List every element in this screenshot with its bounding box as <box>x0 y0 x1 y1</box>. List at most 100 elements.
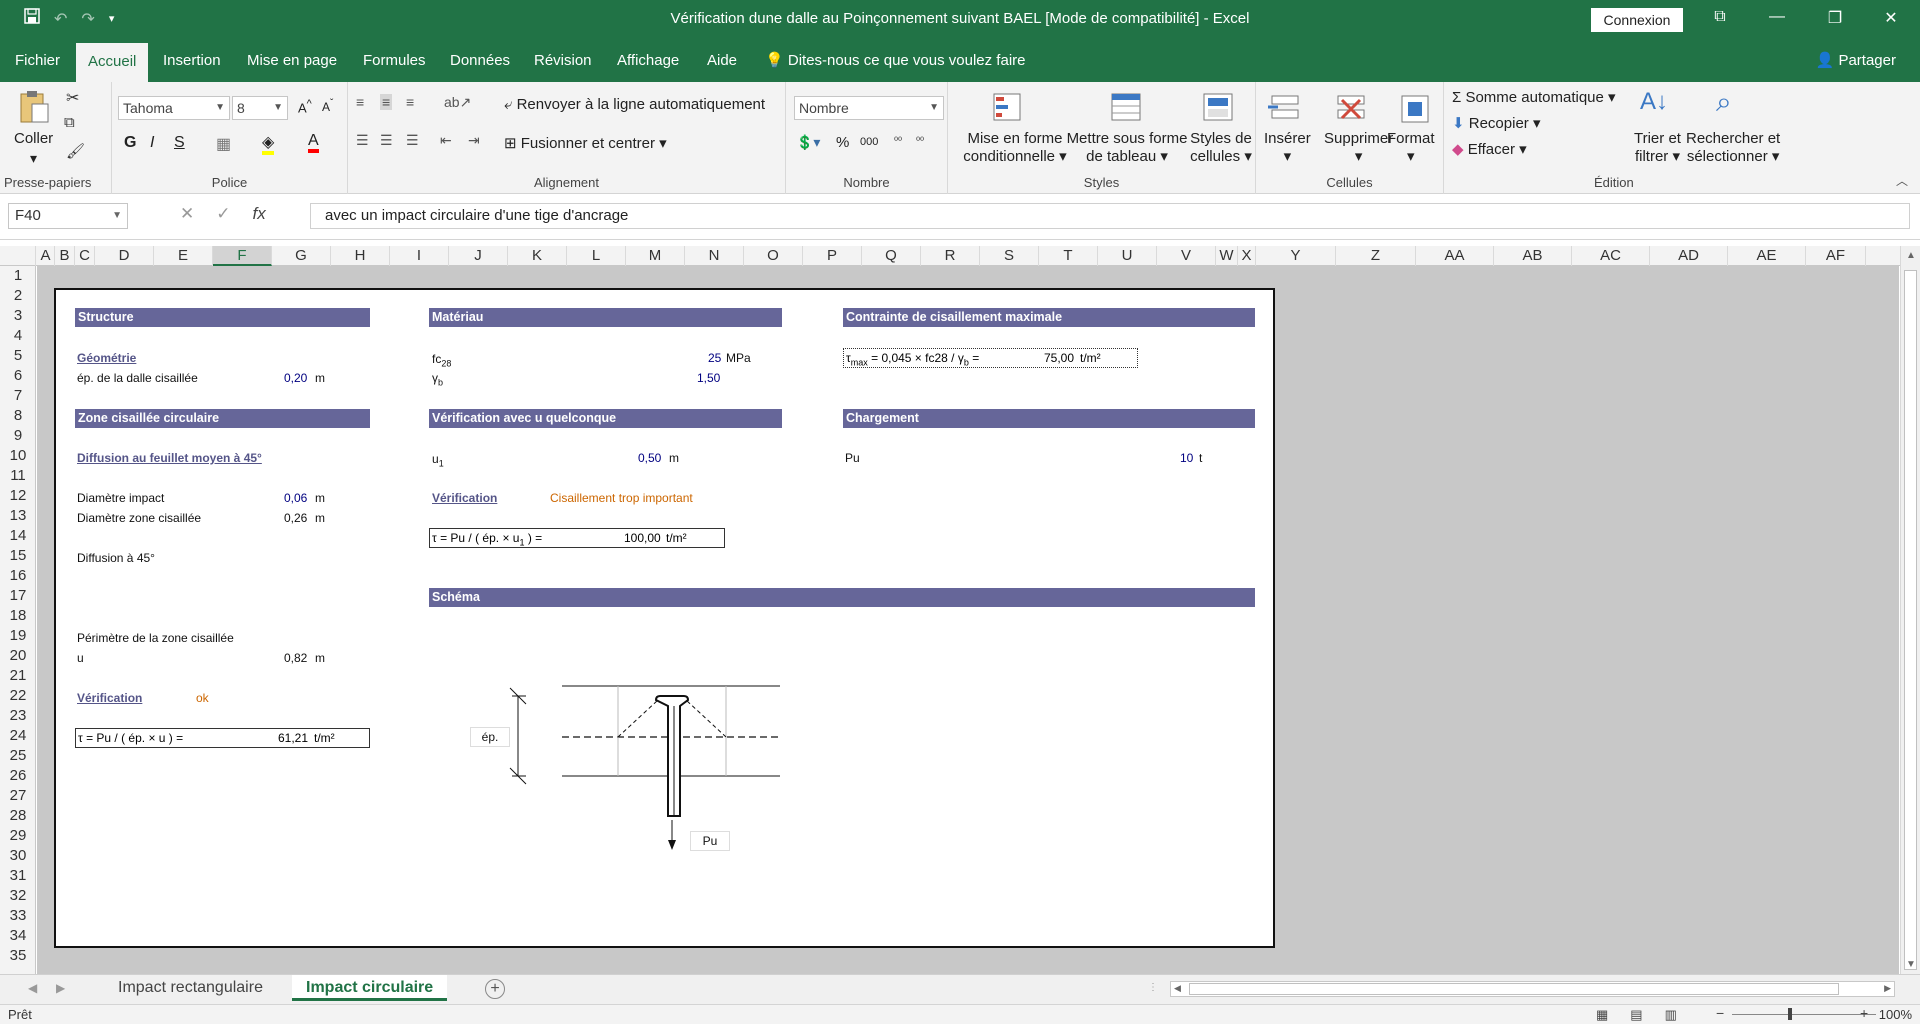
scroll-down-icon[interactable]: ▼ <box>1906 959 1916 970</box>
column-header[interactable]: C <box>75 246 95 266</box>
row-header[interactable]: 11 <box>0 466 36 486</box>
percent-icon[interactable]: % <box>836 134 849 151</box>
insert-button[interactable]: Insérer ▾ <box>1264 130 1311 165</box>
prev-sheet-icon[interactable]: ◀ <box>28 981 37 995</box>
grow-font-icon[interactable]: A^ <box>298 98 312 115</box>
row-header[interactable]: 13 <box>0 506 36 526</box>
row-header[interactable]: 28 <box>0 806 36 826</box>
column-header[interactable]: V <box>1157 246 1216 266</box>
row-header[interactable]: 34 <box>0 926 36 946</box>
column-header[interactable]: M <box>626 246 685 266</box>
align-center-icon[interactable]: ☰ <box>380 132 393 149</box>
column-header[interactable]: AB <box>1494 246 1572 266</box>
column-header[interactable]: R <box>921 246 980 266</box>
tell-me-box[interactable]: 💡 Dites-nous ce que vous voulez faire <box>765 40 1026 82</box>
row-header[interactable]: 18 <box>0 606 36 626</box>
orientation-icon[interactable]: ab↗ <box>444 94 471 111</box>
column-header[interactable]: H <box>331 246 390 266</box>
normal-view-icon[interactable]: ▦ <box>1596 1007 1608 1023</box>
tab-revision[interactable]: Révision <box>534 40 592 82</box>
u1-value[interactable]: 0,50 <box>638 451 661 465</box>
formula-input[interactable]: avec un impact circulaire d'une tige d'a… <box>310 203 1910 229</box>
clear-button[interactable]: ◆ Effacer ▾ <box>1452 140 1527 158</box>
column-header[interactable]: AA <box>1416 246 1494 266</box>
row-header[interactable]: 19 <box>0 626 36 646</box>
wrap-text-button[interactable]: ⤶ Renvoyer à la ligne automatiquement <box>504 96 765 113</box>
vertical-scroll-thumb[interactable] <box>1904 270 1917 970</box>
sort-filter-icon[interactable]: A↓ <box>1640 88 1668 116</box>
row-header[interactable]: 9 <box>0 426 36 446</box>
increase-indent-icon[interactable]: ⇥ <box>468 132 480 149</box>
format-button[interactable]: Format ▾ <box>1387 130 1435 165</box>
geometrie-link[interactable]: Géométrie <box>77 351 136 365</box>
tab-formules[interactable]: Formules <box>363 40 426 82</box>
row-header[interactable]: 2 <box>0 286 36 306</box>
row-header[interactable]: 3 <box>0 306 36 326</box>
column-header[interactable]: U <box>1098 246 1157 266</box>
format-cells-icon[interactable] <box>1396 90 1434 128</box>
tab-accueil[interactable]: Accueil <box>76 40 149 82</box>
ribbon-display-icon[interactable]: ⧉ <box>1705 8 1735 32</box>
row-header[interactable]: 4 <box>0 326 36 346</box>
conditional-formatting-button[interactable]: Mise en forme conditionnelle ▾ <box>960 130 1070 165</box>
decrease-indent-icon[interactable]: ⇤ <box>440 132 452 149</box>
zoom-out-icon[interactable]: − <box>1716 1005 1724 1021</box>
format-as-table-button[interactable]: Mettre sous forme de tableau ▾ <box>1064 130 1190 165</box>
diffusion-link[interactable]: Diffusion au feuillet moyen à 45° <box>77 451 262 465</box>
borders-icon[interactable]: ▦ <box>216 134 231 154</box>
column-header[interactable]: A <box>37 246 55 266</box>
name-box[interactable]: F40 ▼ <box>8 203 128 229</box>
next-sheet-icon[interactable]: ▶ <box>56 981 65 995</box>
column-header[interactable]: AE <box>1728 246 1806 266</box>
row-header[interactable]: 5 <box>0 346 36 366</box>
row-header[interactable]: 8 <box>0 406 36 426</box>
autosum-button[interactable]: Σ Somme automatique ▾ <box>1452 88 1616 106</box>
row-header[interactable]: 33 <box>0 906 36 926</box>
row-header[interactable]: 16 <box>0 566 36 586</box>
align-bottom-icon[interactable]: ≡ <box>406 94 414 110</box>
sheet-tab-impact-rectangulaire[interactable]: Impact rectangulaire <box>104 975 277 1001</box>
delete-button[interactable]: Supprimer ▾ <box>1324 130 1393 165</box>
enter-icon[interactable]: ✓ <box>216 204 230 224</box>
row-header[interactable]: 23 <box>0 706 36 726</box>
tab-split-handle-icon[interactable]: ⋮ <box>1148 982 1158 993</box>
column-header[interactable]: N <box>685 246 744 266</box>
paste-label[interactable]: Coller <box>14 130 53 147</box>
collapse-ribbon-icon[interactable]: ︿ <box>1896 172 1908 189</box>
page-break-view-icon[interactable]: ▥ <box>1665 1007 1677 1023</box>
row-header[interactable]: 21 <box>0 666 36 686</box>
column-header[interactable]: P <box>803 246 862 266</box>
underline-button[interactable]: S <box>174 134 185 152</box>
tab-insertion[interactable]: Insertion <box>163 40 221 82</box>
column-header[interactable]: AC <box>1572 246 1650 266</box>
italic-button[interactable]: I <box>150 134 154 152</box>
column-header[interactable]: S <box>980 246 1039 266</box>
align-left-icon[interactable]: ☰ <box>356 132 369 149</box>
thousands-icon[interactable]: 000 <box>860 136 878 148</box>
sort-filter-button[interactable]: Trier et filtrer ▾ <box>1634 130 1681 165</box>
sheet-tab-impact-circulaire[interactable]: Impact circulaire <box>292 975 448 1001</box>
column-header[interactable]: W <box>1216 246 1238 266</box>
column-header[interactable]: G <box>272 246 331 266</box>
decrease-decimal-icon[interactable]: ⁰⁰ <box>916 136 924 147</box>
fill-button[interactable]: ⬇ Recopier ▾ <box>1452 114 1540 132</box>
row-header[interactable]: 27 <box>0 786 36 806</box>
row-header[interactable]: 17 <box>0 586 36 606</box>
new-sheet-icon[interactable]: + <box>485 979 505 999</box>
horizontal-scroll-thumb[interactable] <box>1189 983 1839 995</box>
shrink-font-icon[interactable]: Aˇ <box>322 98 333 114</box>
row-header[interactable]: 31 <box>0 866 36 886</box>
row-header[interactable]: 24 <box>0 726 36 746</box>
copy-icon[interactable]: ⧉ <box>64 114 75 131</box>
bold-button[interactable]: G <box>124 134 136 152</box>
row-header[interactable]: 12 <box>0 486 36 506</box>
column-header[interactable]: B <box>55 246 75 266</box>
row-header[interactable]: 30 <box>0 846 36 866</box>
zoom-in-icon[interactable]: + <box>1860 1005 1868 1021</box>
minimize-icon[interactable]: — <box>1762 8 1792 32</box>
column-header[interactable]: X <box>1238 246 1256 266</box>
row-header[interactable]: 29 <box>0 826 36 846</box>
paste-dropdown-icon[interactable]: ▾ <box>30 150 37 167</box>
row-header[interactable]: 20 <box>0 646 36 666</box>
scroll-left-icon[interactable]: ◀ <box>1174 983 1181 994</box>
